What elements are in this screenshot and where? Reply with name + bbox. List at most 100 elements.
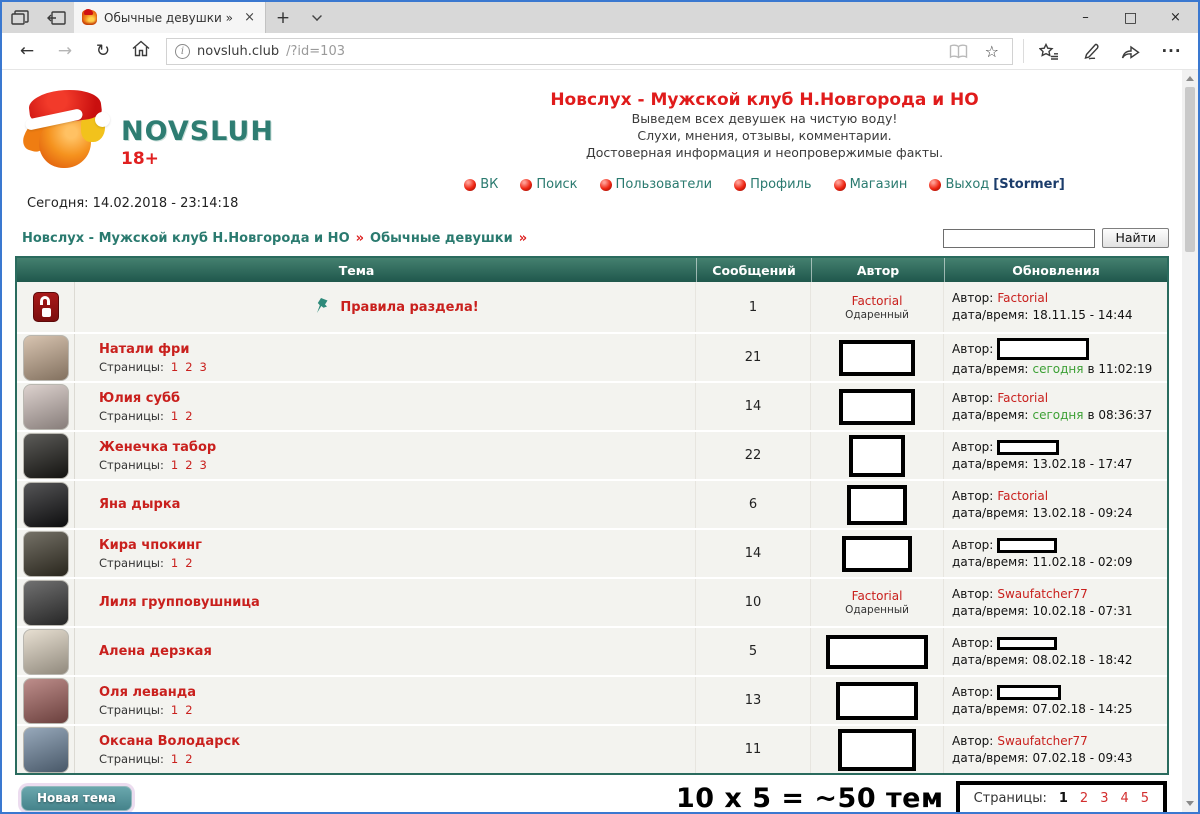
more-options-icon[interactable]: ··· <box>1151 42 1192 60</box>
topic-cell: Кира чпокингСтраницы:12 <box>75 530 696 577</box>
topic-link[interactable]: Оля леванда <box>99 685 196 700</box>
pages-row: Страницы:12 <box>99 703 193 717</box>
updates-author-link[interactable]: Factorial <box>997 391 1048 406</box>
search-button[interactable]: Найти <box>1102 228 1169 248</box>
breadcrumb-link[interactable]: Обычные девушки <box>370 231 513 246</box>
updates-author-redaction <box>997 538 1057 553</box>
updates-date-label: дата/время: <box>952 362 1028 377</box>
page-link[interactable]: 2 <box>185 360 192 374</box>
topic-link[interactable]: Кира чпокинг <box>99 538 202 553</box>
updates-cell: Автор:дата/время:13.02.18 - 17:47 <box>944 432 1167 479</box>
minimize-button[interactable]: – <box>1063 2 1108 33</box>
page-header: NOVSLUH 18+ Сегодня: 14.02.2018 - 23:14:… <box>15 70 1169 220</box>
page-link[interactable]: 3 <box>200 360 207 374</box>
author-link[interactable]: Factorial <box>852 294 903 308</box>
search-input[interactable] <box>943 229 1095 248</box>
new-topic-button[interactable]: Новая тема <box>21 786 132 811</box>
today-datetime: Сегодня: 14.02.2018 - 23:14:18 <box>27 196 360 211</box>
pagination-page-link[interactable]: 5 <box>1141 791 1149 806</box>
updates-author-link[interactable]: Swaufatcher77 <box>997 587 1087 602</box>
author-redaction <box>842 536 912 572</box>
vertical-scrollbar[interactable] <box>1182 70 1198 812</box>
topic-link[interactable]: Правила раздела! <box>340 300 478 315</box>
nav-item-vyhod[interactable]: Выход [Stormer] <box>929 177 1064 192</box>
topics-table: Тема Сообщений Автор Обновления Правила … <box>15 256 1169 775</box>
back-icon[interactable]: ← <box>8 41 46 61</box>
page-link[interactable]: 1 <box>171 703 178 717</box>
tab-bar: Обычные девушки » Н × + – □ × <box>2 2 1198 33</box>
url-input[interactable]: i novsluh.club /?id=103 ☆ <box>166 38 1013 65</box>
tab-close-icon[interactable]: × <box>242 10 257 25</box>
refresh-icon[interactable]: ↻ <box>84 41 122 61</box>
breadcrumb-link[interactable]: Новслух - Мужской клуб Н.Новгорода и НО <box>22 231 350 246</box>
star-icon: ☆ <box>985 42 999 61</box>
site-info-icon[interactable]: i <box>175 44 190 59</box>
page-link[interactable]: 1 <box>171 752 178 766</box>
updates-author-link[interactable]: Factorial <box>997 489 1048 504</box>
scroll-down-icon[interactable] <box>1186 801 1194 806</box>
tab-list-chevron-icon[interactable] <box>300 2 334 33</box>
updates-author-link[interactable]: Swaufatcher77 <box>997 734 1087 749</box>
page-link[interactable]: 1 <box>171 556 178 570</box>
page-link[interactable]: 2 <box>185 752 192 766</box>
topic-link[interactable]: Оксана Володарск <box>99 734 240 749</box>
page-link[interactable]: 2 <box>185 556 192 570</box>
author-link[interactable]: Factorial <box>852 589 903 603</box>
scrollbar-thumb[interactable] <box>1185 87 1195 252</box>
avatar-image <box>23 482 69 528</box>
home-icon[interactable] <box>122 40 160 62</box>
topic-rows: Правила раздела!1FactorialОдаренныйАвтор… <box>17 282 1167 773</box>
topic-link[interactable]: Алена дерзкая <box>99 644 212 659</box>
nav-item-vk[interactable]: ВК <box>464 177 498 192</box>
tabs-aside-icon[interactable] <box>38 2 74 33</box>
updates-author-link[interactable]: Factorial <box>997 291 1048 306</box>
page-link[interactable]: 1 <box>171 458 178 472</box>
tagline-3: Достоверная информация и неопровержимые … <box>360 144 1169 161</box>
active-tab[interactable]: Обычные девушки » Н × <box>74 2 266 33</box>
updates-cell: Автор:Factorialдата/время:13.02.18 - 09:… <box>944 481 1167 528</box>
author-cell <box>811 726 944 773</box>
share-icon[interactable] <box>1110 43 1151 60</box>
new-tab-button[interactable]: + <box>266 2 300 33</box>
updates-cell: Автор:Swaufatcher77дата/время:07.02.18 -… <box>944 726 1167 773</box>
topic-link[interactable]: Яна дырка <box>99 497 180 512</box>
updates-date: 07.02.18 - 09:43 <box>1032 751 1132 766</box>
page-link[interactable]: 2 <box>185 458 192 472</box>
reading-view-icon[interactable] <box>944 44 973 59</box>
nav-item-polzovateli[interactable]: Пользователи <box>600 177 713 192</box>
nav-item-profil[interactable]: Профиль <box>734 177 812 192</box>
topic-link[interactable]: Женечка табор <box>99 440 216 455</box>
forward-icon[interactable]: → <box>46 41 84 61</box>
pagination-page-link[interactable]: 4 <box>1120 791 1128 806</box>
pagination-links: 2345 <box>1080 791 1149 806</box>
pagination-page-link[interactable]: 2 <box>1080 791 1088 806</box>
topic-link[interactable]: Натали фри <box>99 342 189 357</box>
updates-date-label: дата/время: <box>952 751 1028 766</box>
message-count: 21 <box>696 334 811 381</box>
web-note-pen-icon[interactable] <box>1069 43 1110 60</box>
hub-favorites-icon[interactable] <box>1028 43 1069 60</box>
nav-item-poisk[interactable]: Поиск <box>520 177 577 192</box>
updates-date-line: дата/время:сегодняв 08:36:37 <box>952 408 1152 423</box>
pagination-box: Страницы: 1 2345 <box>956 781 1167 814</box>
page-link[interactable]: 3 <box>200 458 207 472</box>
page-link[interactable]: 2 <box>185 409 192 423</box>
avatar-cell <box>17 481 75 528</box>
close-button[interactable]: × <box>1153 2 1198 33</box>
page-link[interactable]: 1 <box>171 360 178 374</box>
maximize-button[interactable]: □ <box>1108 2 1153 33</box>
pagination-page-link[interactable]: 3 <box>1100 791 1108 806</box>
scroll-up-icon[interactable] <box>1186 76 1194 81</box>
tab-preview-icon[interactable] <box>2 2 38 33</box>
page-link[interactable]: 2 <box>185 703 192 717</box>
nav-item-magazin[interactable]: Магазин <box>834 177 908 192</box>
add-favorite-star-icon[interactable]: ☆ <box>980 42 1004 61</box>
site-logo[interactable]: NOVSLUH 18+ <box>23 90 360 174</box>
author-redaction <box>847 485 907 525</box>
topic-link[interactable]: Юлия субб <box>99 391 180 406</box>
page-link[interactable]: 1 <box>171 409 178 423</box>
topic-link[interactable]: Лиля групповушница <box>99 595 260 610</box>
red-ball-icon <box>734 179 746 191</box>
author-redaction <box>849 435 905 477</box>
updates-author-label: Автор: <box>952 685 993 700</box>
